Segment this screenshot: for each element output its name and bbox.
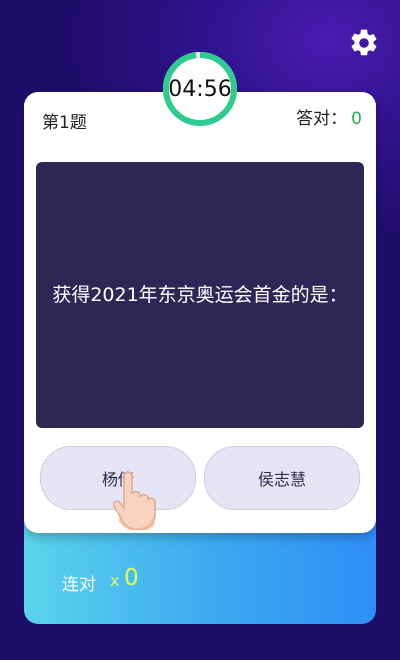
correct-count: 答对： 0 bbox=[296, 104, 362, 129]
pointing-hand-icon bbox=[110, 470, 160, 531]
settings-gear-icon[interactable] bbox=[348, 27, 380, 59]
question-card: 第1题 答对： 0 获得2021年东京奥运会首金的是： 杨倩 侯志慧 bbox=[24, 92, 376, 533]
question-box: 获得2021年东京奥运会首金的是： bbox=[36, 162, 364, 428]
question-text: 获得2021年东京奥运会首金的是： bbox=[52, 284, 348, 306]
correct-count-label: 答对： bbox=[296, 109, 348, 129]
streak-label: 连对 bbox=[62, 575, 96, 595]
streak-multiplier: x bbox=[110, 571, 120, 590]
correct-count-value: 0 bbox=[351, 109, 362, 129]
countdown-timer: 04:56 bbox=[161, 50, 239, 128]
question-index: 第1题 bbox=[42, 113, 87, 133]
timer-display: 04:56 bbox=[168, 76, 232, 102]
option-button-2[interactable]: 侯志慧 bbox=[204, 446, 360, 510]
option-label-2: 侯志慧 bbox=[257, 470, 306, 489]
streak-panel: 连对 x 0 bbox=[24, 518, 376, 624]
streak-count: 0 bbox=[124, 565, 139, 591]
